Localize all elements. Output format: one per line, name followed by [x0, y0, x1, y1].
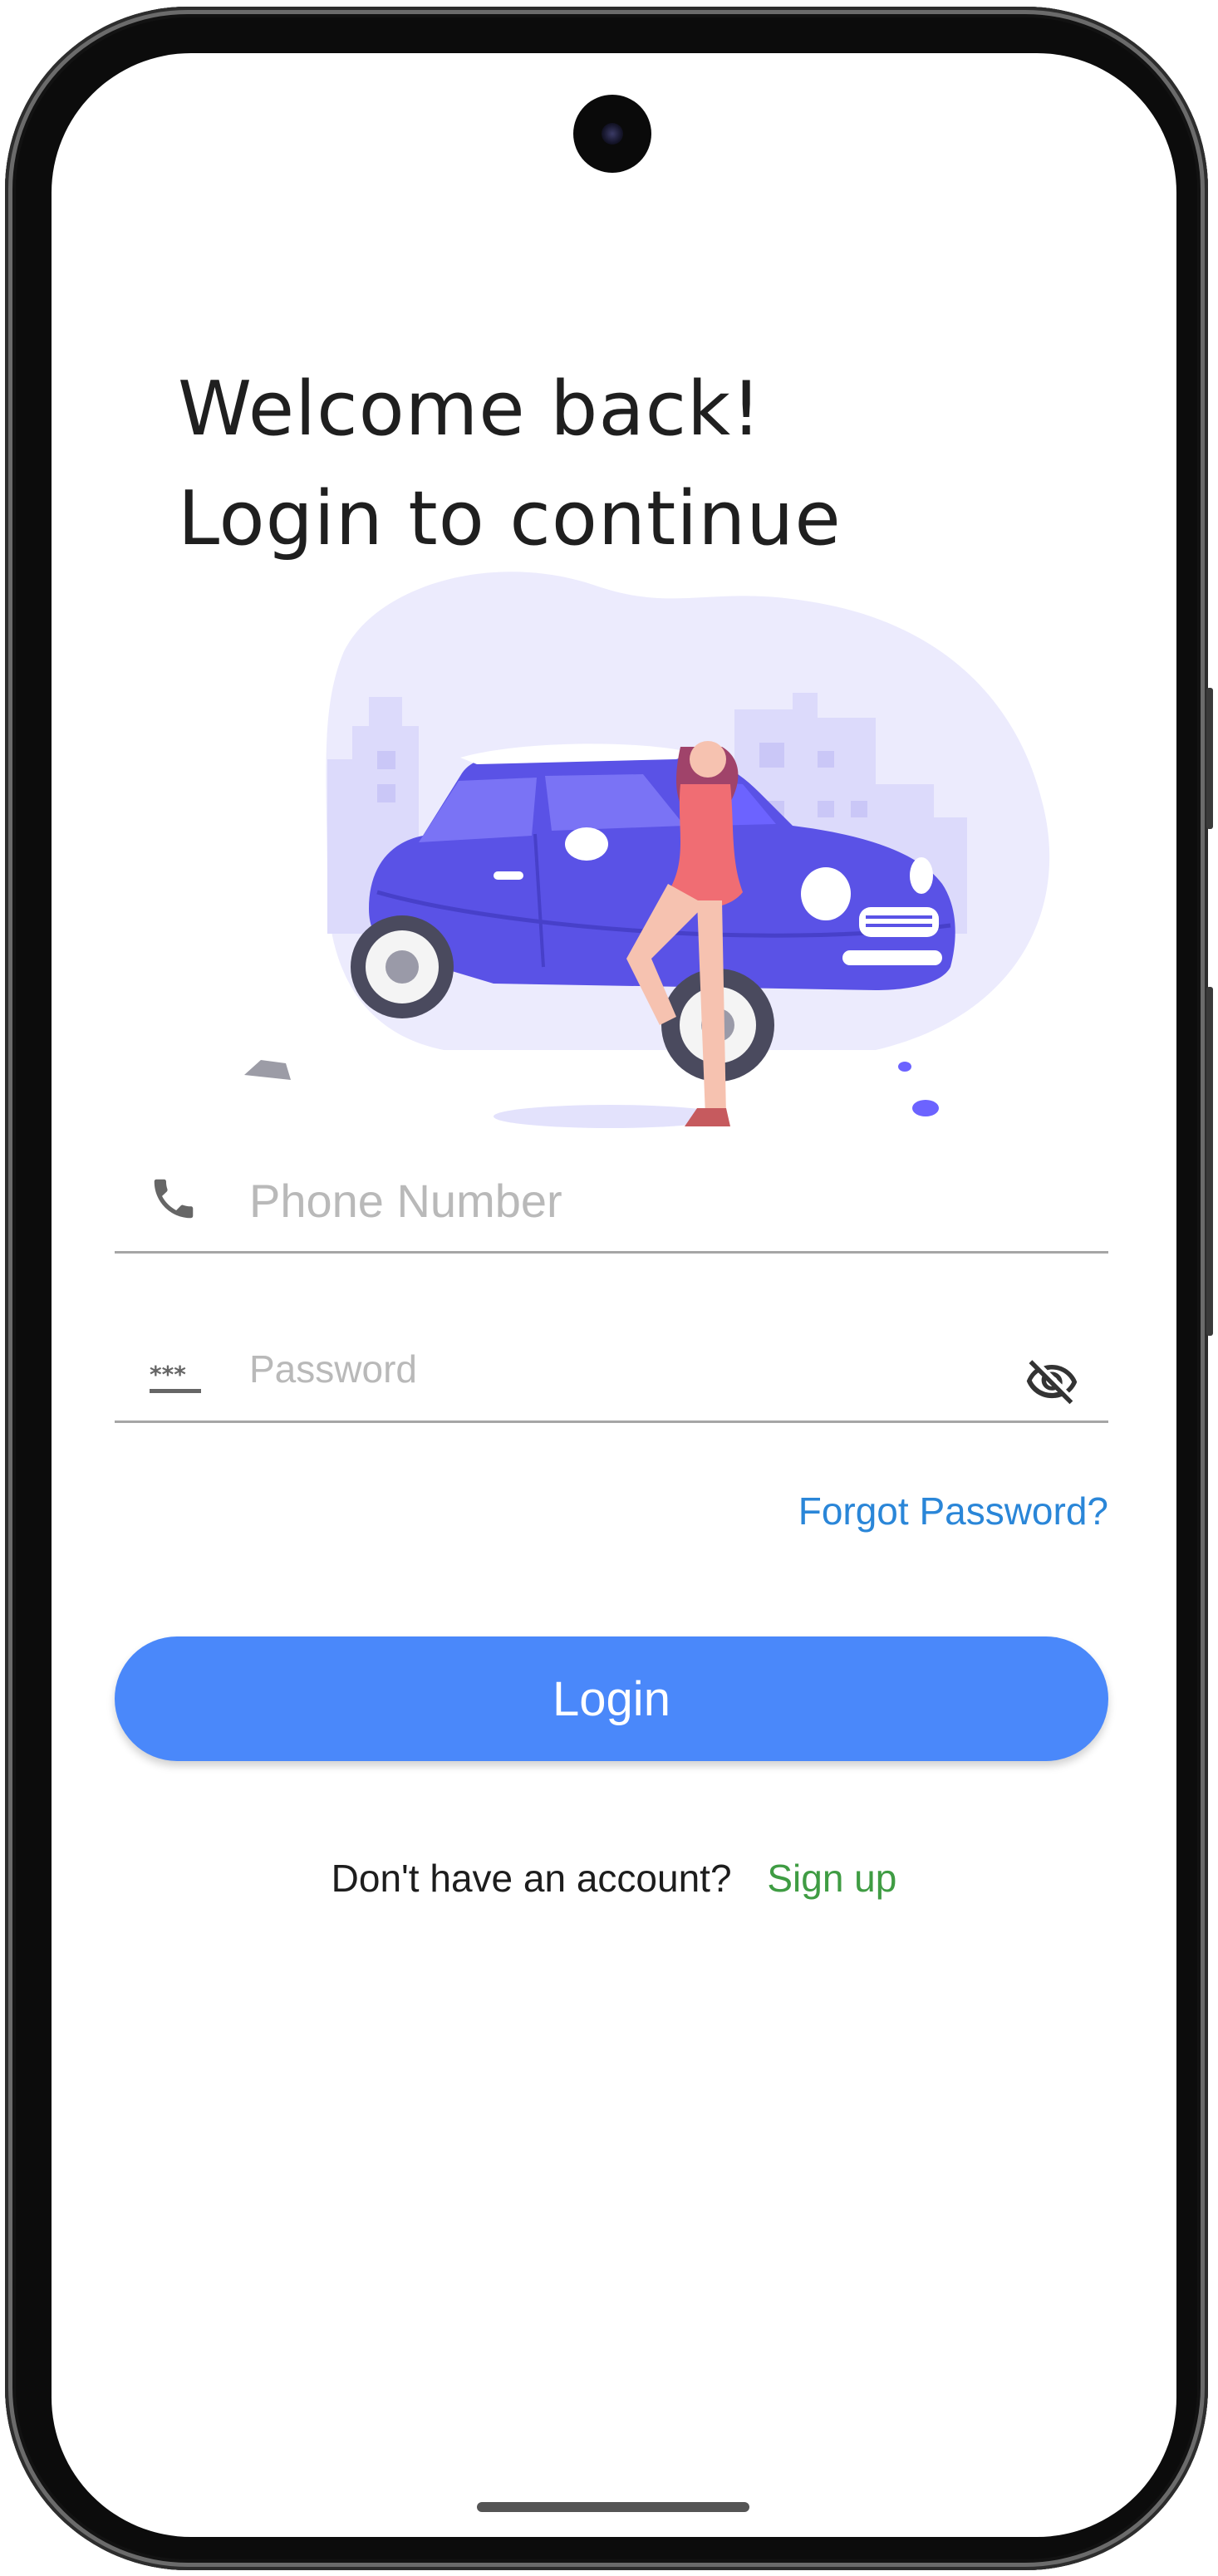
- forgot-password-link[interactable]: Forgot Password?: [798, 1489, 1108, 1533]
- signup-link[interactable]: Sign up: [767, 1857, 896, 1900]
- phone-number-input[interactable]: [248, 1166, 1082, 1234]
- leaf: [912, 1100, 939, 1116]
- phone-frame: Welcome back! Login to continue Phone Nu…: [5, 7, 1213, 2570]
- headlight: [801, 867, 851, 920]
- car-grille: [859, 907, 939, 937]
- phone-icon: [154, 1179, 194, 1219]
- login-button[interactable]: Login: [115, 1636, 1108, 1761]
- volume-up-button: [1206, 688, 1213, 829]
- password-field[interactable]: ***: [115, 1324, 1108, 1423]
- password-dots-icon: ***: [150, 1361, 201, 1393]
- phone-number-field[interactable]: [115, 1150, 1108, 1254]
- home-indicator[interactable]: [477, 2502, 749, 2512]
- svg-text:***: ***: [150, 1361, 186, 1388]
- eye-off-icon[interactable]: [1020, 1356, 1083, 1411]
- welcome-heading: Welcome back!: [178, 366, 763, 453]
- rock: [244, 1060, 291, 1080]
- app-screen: Welcome back! Login to continue Phone Nu…: [52, 53, 1176, 2537]
- car-illustration: [244, 572, 1050, 1128]
- power-button: [1206, 987, 1213, 1336]
- signup-prompt: Don't have an account?: [331, 1857, 732, 1900]
- signup-row: Don't have an account? Sign up: [52, 1856, 1176, 1901]
- password-input[interactable]: [248, 1341, 999, 1397]
- front-camera: [573, 95, 651, 173]
